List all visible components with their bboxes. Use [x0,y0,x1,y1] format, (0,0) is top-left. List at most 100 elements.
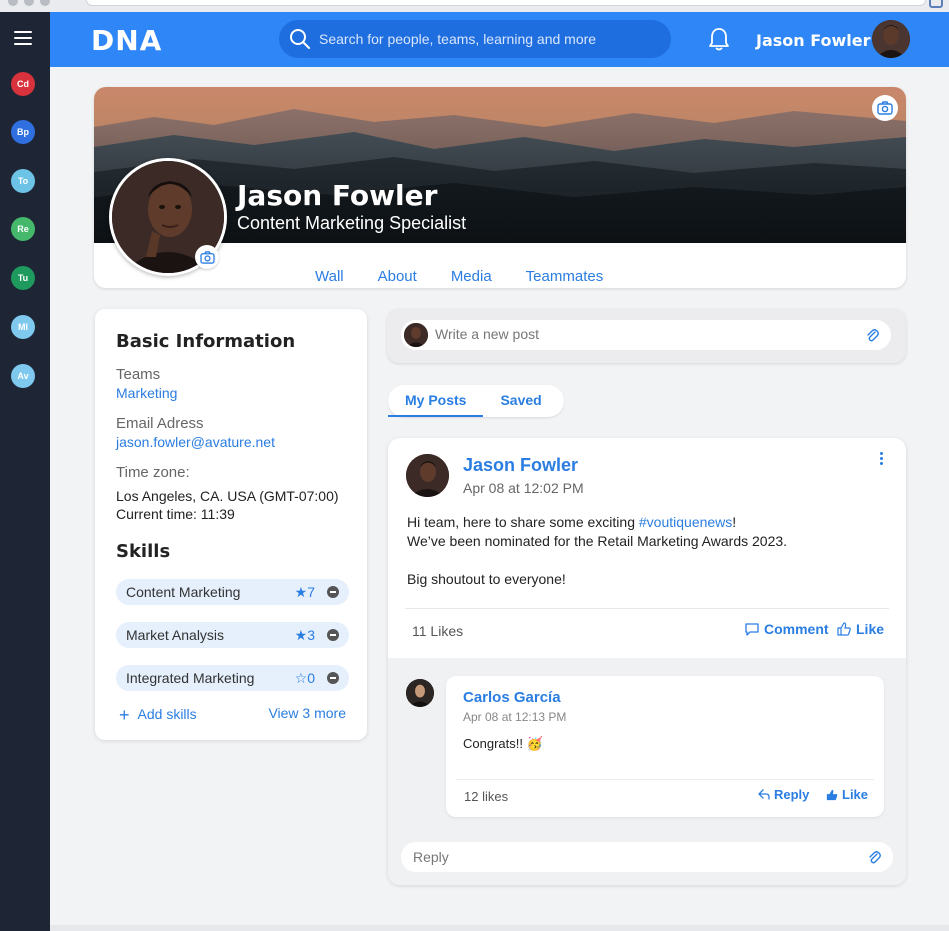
comment-like-label: Like [842,787,869,802]
reply-input[interactable] [413,849,833,865]
post-text: ! [732,514,737,530]
search-box[interactable] [279,20,671,58]
sidebar-app-cd[interactable]: Cd [11,72,35,96]
paperclip-icon[interactable] [867,849,881,865]
comment-button[interactable]: Comment [745,621,829,637]
post-body: Hi team, here to share some exciting #vo… [407,513,887,589]
comment-text: Congrats!! 🥳 [463,736,543,751]
sidebar-app-av[interactable]: Av [11,364,35,388]
window-dot [40,0,50,6]
sidebar-app-re[interactable]: Re [11,217,35,241]
sidebar-app-tu[interactable]: Tu [11,266,35,290]
skill-endorsement-count[interactable]: ★3 [295,622,315,648]
skill-chip[interactable]: Content Marketing ★7 [116,579,349,605]
new-post-input[interactable] [435,326,855,342]
bell-icon[interactable] [707,26,731,52]
main-content: Jason Fowler Content Marketing Specialis… [50,67,949,931]
commenter-avatar[interactable] [406,679,434,707]
tab-wall[interactable]: Wall [298,267,361,288]
top-bar: DNA Jason Fowler [50,12,949,67]
view-more-skills-link[interactable]: View 3 more [268,705,346,721]
search-icon [290,29,310,49]
remove-skill-icon[interactable] [327,586,339,598]
comments-section: Carlos García Apr 08 at 12:13 PM Congrat… [388,658,906,885]
divider [456,779,874,780]
like-button[interactable]: Like [837,621,884,637]
divider [405,608,889,609]
teams-link[interactable]: Marketing [116,385,346,401]
profile-name: Jason Fowler [237,179,438,212]
address-bar[interactable] [86,0,926,6]
composer-field[interactable] [401,320,891,350]
post-text: We’ve been nominated for the Retail Mark… [407,533,788,549]
skills-title: Skills [116,541,171,562]
tab-media[interactable]: Media [434,267,509,288]
tab-my-posts[interactable]: My Posts [388,385,484,417]
avatar-camera-icon[interactable] [195,245,219,269]
paperclip-icon[interactable] [865,327,879,343]
basic-info-card: Basic Information Teams Marketing Email … [95,309,367,740]
comment-icon [745,622,759,636]
profile-role: Content Marketing Specialist [237,213,467,233]
post-text: Big shoutout to everyone! [407,571,566,587]
reply-box[interactable] [401,842,893,872]
reply-button[interactable]: Reply [758,787,809,802]
post-likes-count[interactable]: 11 Likes [412,623,463,639]
skill-name: Integrated Marketing [126,670,255,686]
page-bottom-edge [50,925,949,931]
post-options-icon[interactable] [880,452,884,466]
thumbs-up-filled-icon [826,789,838,800]
sidebar-app-to[interactable]: To [11,169,35,193]
tab-saved[interactable]: Saved [483,385,558,417]
thumbs-up-icon [837,622,851,636]
email-link[interactable]: jason.fowler@avature.net [116,434,346,450]
post-text: Hi team, here to share some exciting [407,514,639,530]
add-skills-button[interactable]: + Add skills [119,705,197,726]
remove-skill-icon[interactable] [327,629,339,641]
reply-icon [758,789,770,800]
comment-timestamp: Apr 08 at 12:13 PM [463,710,567,724]
tab-teammates[interactable]: Teammates [509,267,621,288]
remove-skill-icon[interactable] [327,672,339,684]
reply-label: Reply [774,787,810,802]
current-time: Current time: 11:39 [116,506,235,522]
teams-label: Teams [116,366,161,383]
current-user-name[interactable]: Jason Fowler [756,31,871,50]
skill-name: Market Analysis [126,627,225,643]
skill-chip[interactable]: Integrated Marketing ☆0 [116,665,349,691]
post-timestamp: Apr 08 at 12:02 PM [463,480,584,496]
app-logo[interactable]: DNA [91,24,162,57]
left-sidebar: Cd Bp To Re Tu Ml Av [0,12,50,931]
skill-chip[interactable]: Market Analysis ★3 [116,622,349,648]
window-dot [8,0,18,6]
post-card: Jason Fowler Apr 08 at 12:02 PM Hi team,… [388,438,906,885]
fullscreen-icon[interactable] [929,0,943,8]
comment-like-button[interactable]: Like [826,787,868,802]
menu-icon[interactable] [14,31,32,45]
comment-author-name[interactable]: Carlos García [463,689,561,706]
comment-label: Comment [764,621,829,637]
timezone-value: Los Angeles, CA. USA (GMT-07:00) [116,488,339,504]
profile-tabs: Wall About Media Teammates [298,267,620,288]
add-skills-label: Add skills [137,706,197,722]
post-tabs: My Posts Saved [388,385,564,417]
like-label: Like [856,621,885,637]
skill-actions: + Add skills View 3 more [116,705,346,725]
search-input[interactable] [319,31,649,47]
post-author-avatar[interactable] [406,454,449,497]
skill-endorsement-count[interactable]: ☆0 [295,665,315,691]
comment-likes-count[interactable]: 12 likes [464,789,508,804]
skill-endorsement-count[interactable]: ★7 [295,579,315,605]
browser-chrome [0,0,949,12]
sidebar-app-ml[interactable]: Ml [11,315,35,339]
window-dot [24,0,34,6]
tab-about[interactable]: About [361,267,434,288]
post-composer [387,309,906,363]
current-user-avatar[interactable] [872,20,910,58]
skill-name: Content Marketing [126,584,241,600]
cover-camera-icon[interactable] [872,95,898,121]
sidebar-app-bp[interactable]: Bp [11,120,35,144]
post-hashtag[interactable]: #voutiquenews [639,514,732,530]
post-author-name[interactable]: Jason Fowler [463,455,578,476]
comment-card: Carlos García Apr 08 at 12:13 PM Congrat… [446,676,884,817]
